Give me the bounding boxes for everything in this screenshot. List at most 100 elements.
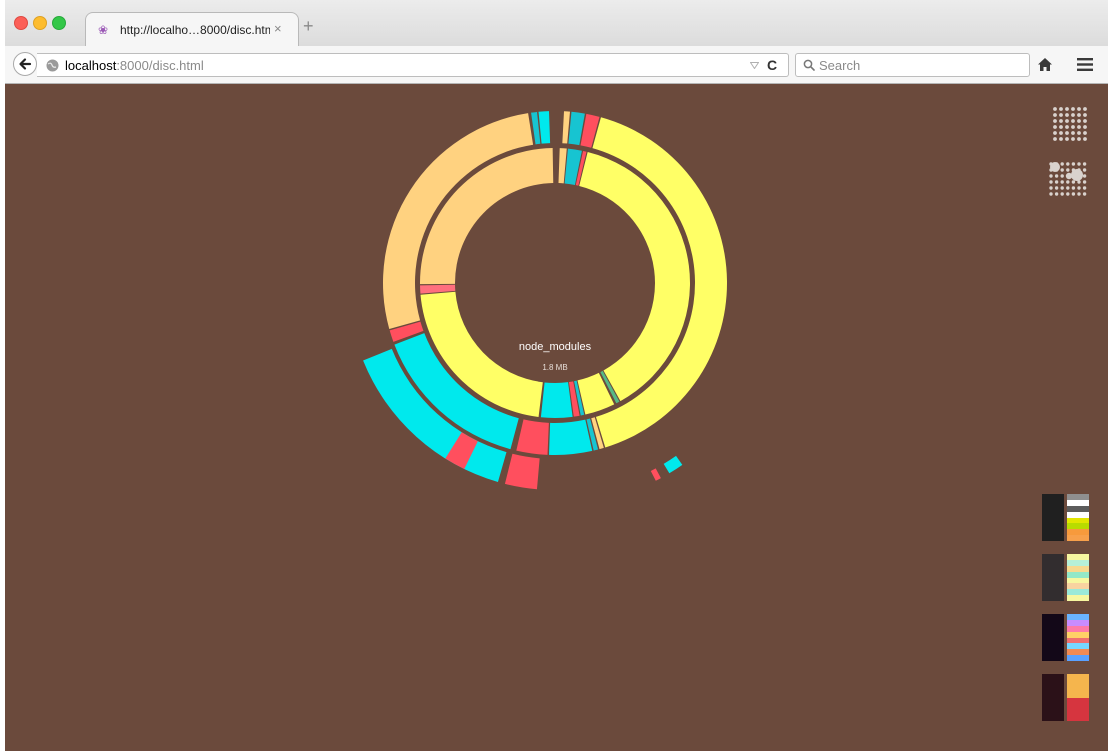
- grid-dot: [1059, 107, 1063, 111]
- cluster-dot: [1066, 192, 1070, 196]
- theme-stripes: [1067, 674, 1089, 721]
- cluster-dot: [1054, 180, 1059, 184]
- theme-stripe: [1067, 535, 1089, 541]
- sunburst-segment-ring4[interactable]: [663, 455, 683, 474]
- cluster-dot: [1049, 186, 1053, 190]
- grid-dot: [1077, 125, 1081, 129]
- hamburger-menu-icon[interactable]: [1077, 58, 1093, 71]
- sunburst-segment-ring2[interactable]: [531, 111, 541, 145]
- back-arrow-icon: [19, 58, 32, 70]
- grid-dot: [1083, 113, 1087, 117]
- window-minimize-button[interactable]: [33, 16, 47, 30]
- cluster-dot: [1066, 162, 1070, 166]
- cluster-dot: [1082, 186, 1087, 190]
- grid-dot: [1059, 137, 1063, 141]
- cluster-dot: [1071, 169, 1083, 181]
- cluster-dot: [1060, 192, 1064, 196]
- grid-dot: [1071, 107, 1075, 111]
- sunburst-segment-ring2[interactable]: [538, 111, 551, 144]
- grid-dot: [1065, 113, 1069, 117]
- sunburst-segment-ring3[interactable]: [504, 453, 540, 490]
- url-text[interactable]: localhost:8000/disc.html: [65, 58, 204, 73]
- cluster-dot: [1077, 162, 1081, 166]
- search-bar[interactable]: [795, 53, 1030, 77]
- cluster-dot: [1082, 174, 1087, 178]
- grid-dot: [1059, 119, 1063, 123]
- grid-dot: [1071, 125, 1075, 129]
- cluster-dot: [1071, 180, 1076, 184]
- grid-dot: [1053, 119, 1057, 123]
- grid-dot: [1083, 137, 1087, 141]
- tab-strip: ❀ http://localho…8000/disc.html × +: [5, 0, 1108, 46]
- grid-dot: [1083, 125, 1087, 129]
- grid-dot: [1053, 131, 1057, 135]
- sunburst-segment-ring2[interactable]: [562, 111, 570, 144]
- theme-stripe: [1067, 715, 1089, 721]
- theme-stripes: [1067, 494, 1089, 541]
- cluster-dot: [1077, 192, 1081, 196]
- grid-dot: [1065, 107, 1069, 111]
- cluster-dot: [1049, 174, 1053, 178]
- theme-stripe: [1067, 595, 1089, 601]
- back-button[interactable]: [13, 52, 37, 76]
- grid-dot: [1053, 113, 1057, 117]
- theme-background: [1042, 494, 1064, 541]
- grid-dot: [1059, 125, 1063, 129]
- sunburst-segment-ring2[interactable]: [548, 419, 593, 455]
- cluster-dot: [1054, 174, 1059, 178]
- cluster-dot: [1060, 186, 1064, 190]
- theme-swatch-2[interactable]: [1042, 554, 1089, 601]
- sunburst-segment-ring4[interactable]: [650, 468, 661, 481]
- cluster-dot: [1060, 174, 1064, 178]
- cluster-dots-icon[interactable]: [1047, 160, 1089, 198]
- favicon-icon: ❀: [98, 23, 109, 37]
- sunburst-segment-ring1[interactable]: [540, 382, 573, 418]
- cluster-dot: [1060, 180, 1064, 184]
- grid-dot: [1065, 125, 1069, 129]
- home-icon[interactable]: [1037, 57, 1053, 72]
- page-content: node_modules 1.8 MB: [5, 84, 1108, 751]
- search-icon: [803, 59, 815, 71]
- cluster-dot: [1050, 162, 1060, 172]
- cluster-dot: [1049, 192, 1053, 196]
- globe-icon: [46, 59, 59, 72]
- center-directory-label: node_modules: [518, 341, 592, 353]
- grid-dot: [1065, 131, 1069, 135]
- navigation-bar: localhost:8000/disc.html C: [5, 46, 1108, 84]
- sunburst-chart[interactable]: [5, 84, 1108, 751]
- theme-swatch-1[interactable]: [1042, 494, 1089, 541]
- browser-tab[interactable]: ❀ http://localho…8000/disc.html ×: [85, 12, 299, 46]
- grid-dot: [1077, 119, 1081, 123]
- grid-dots-icon[interactable]: [1051, 105, 1089, 143]
- grid-dot: [1083, 107, 1087, 111]
- grid-dot: [1053, 137, 1057, 141]
- search-input[interactable]: [819, 56, 1019, 74]
- cluster-dot: [1077, 186, 1081, 190]
- cluster-dot: [1066, 180, 1070, 184]
- cluster-dot: [1049, 180, 1053, 184]
- cluster-dot: [1082, 192, 1087, 196]
- reload-icon[interactable]: C: [767, 58, 777, 73]
- window-close-button[interactable]: [14, 16, 28, 30]
- cluster-dot: [1060, 168, 1064, 172]
- sunburst-segment-ring2[interactable]: [516, 419, 549, 455]
- dropmarker-icon[interactable]: [750, 62, 759, 69]
- grid-dot: [1083, 119, 1087, 123]
- grid-dot: [1071, 137, 1075, 141]
- theme-swatch-4[interactable]: [1042, 674, 1089, 721]
- cluster-dot: [1071, 162, 1076, 166]
- grid-dot: [1083, 131, 1087, 135]
- grid-dot: [1059, 113, 1063, 117]
- theme-swatch-3[interactable]: [1042, 614, 1089, 661]
- url-host: localhost: [65, 58, 117, 73]
- cluster-dot: [1060, 162, 1064, 166]
- tab-close-icon[interactable]: ×: [274, 22, 282, 36]
- grid-dot: [1071, 131, 1075, 135]
- theme-stripe: [1067, 655, 1089, 661]
- grid-dot: [1077, 113, 1081, 117]
- url-path: :8000/disc.html: [116, 58, 204, 73]
- grid-dot: [1053, 125, 1057, 129]
- window-maximize-button[interactable]: [52, 16, 66, 30]
- address-bar[interactable]: localhost:8000/disc.html C: [37, 53, 789, 77]
- new-tab-button[interactable]: +: [303, 17, 314, 35]
